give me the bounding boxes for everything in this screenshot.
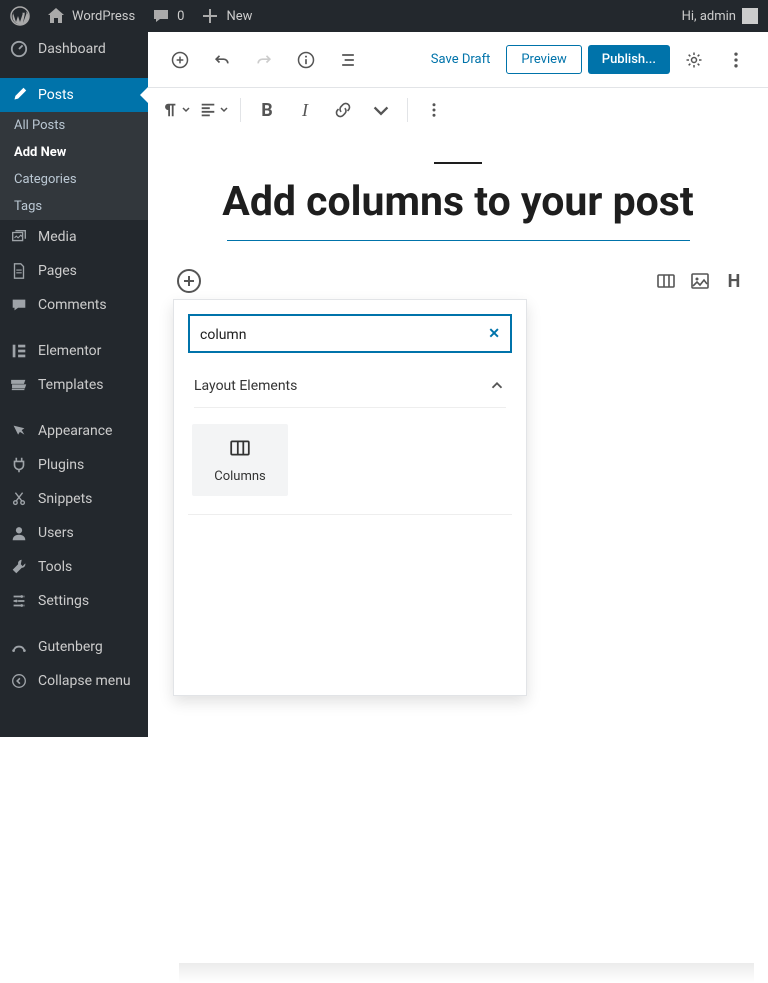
separator <box>407 98 408 122</box>
menu-label: Dashboard <box>38 41 106 57</box>
menu-label: Tools <box>38 559 72 575</box>
settings-button[interactable] <box>676 42 712 78</box>
menu-templates[interactable]: Templates <box>0 368 148 402</box>
menu-posts[interactable]: Posts <box>0 78 148 112</box>
add-block-button[interactable] <box>162 42 198 78</box>
more-button[interactable] <box>718 42 754 78</box>
image-quick-icon[interactable] <box>690 271 710 291</box>
block-columns[interactable]: Columns <box>192 424 288 496</box>
block-more-button[interactable] <box>416 92 452 128</box>
menu-label: Gutenberg <box>38 639 103 655</box>
menu-label: Users <box>38 525 74 541</box>
menu-elementor[interactable]: Elementor <box>0 334 148 368</box>
save-draft-button[interactable]: Save Draft <box>421 46 501 73</box>
menu-label: Templates <box>38 377 104 393</box>
preview-button[interactable]: Preview <box>506 45 581 74</box>
menu-label: Media <box>38 229 77 245</box>
admin-sidebar: Dashboard Posts All Posts Add New Catego… <box>0 32 148 737</box>
menu-pages[interactable]: Pages <box>0 254 148 288</box>
link-button[interactable] <box>325 92 361 128</box>
info-button[interactable] <box>288 42 324 78</box>
separator <box>240 98 241 122</box>
submenu-tags[interactable]: Tags <box>0 193 148 220</box>
redo-button[interactable] <box>246 42 282 78</box>
menu-appearance[interactable]: Appearance <box>0 414 148 448</box>
menu-label: Collapse menu <box>38 673 131 689</box>
menu-collapse[interactable]: Collapse menu <box>0 664 148 698</box>
menu-media[interactable]: Media <box>0 220 148 254</box>
clear-search-icon[interactable]: ✕ <box>488 326 500 342</box>
greeting: Hi, admin <box>682 9 736 24</box>
shadow <box>179 963 754 983</box>
menu-users[interactable]: Users <box>0 516 148 550</box>
submenu-add-new[interactable]: Add New <box>0 139 148 166</box>
block-search-input[interactable] <box>200 327 476 343</box>
heading-quick-icon[interactable]: H <box>724 271 744 291</box>
columns-icon <box>229 437 251 459</box>
title-separator <box>434 162 482 164</box>
menu-label: Plugins <box>38 457 84 473</box>
outline-button[interactable] <box>330 42 366 78</box>
menu-label: Snippets <box>38 491 92 507</box>
menu-snippets[interactable]: Snippets <box>0 482 148 516</box>
menu-tools[interactable]: Tools <box>0 550 148 584</box>
menu-label: Settings <box>38 593 89 609</box>
wp-logo[interactable] <box>10 6 30 26</box>
paragraph-button[interactable] <box>158 92 194 128</box>
menu-comments[interactable]: Comments <box>0 288 148 322</box>
comments-link[interactable]: 0 <box>151 6 184 26</box>
submenu-categories[interactable]: Categories <box>0 166 148 193</box>
menu-gutenberg[interactable]: Gutenberg <box>0 630 148 664</box>
site-link[interactable]: WordPress <box>46 6 135 26</box>
menu-plugins[interactable]: Plugins <box>0 448 148 482</box>
post-title[interactable]: Add columns to your post <box>168 178 748 226</box>
new-link[interactable]: New <box>200 6 252 26</box>
chevron-up-icon <box>488 377 506 395</box>
italic-button[interactable]: I <box>287 92 323 128</box>
menu-label: Elementor <box>38 343 101 359</box>
menu-label: Pages <box>38 263 77 279</box>
menu-dashboard[interactable]: Dashboard <box>0 32 148 66</box>
submenu-all-posts[interactable]: All Posts <box>0 112 148 139</box>
bold-button[interactable]: B <box>249 92 285 128</box>
avatar <box>742 8 758 24</box>
publish-button[interactable]: Publish... <box>588 45 670 74</box>
inline-add-block-button[interactable] <box>177 269 201 293</box>
block-label: Columns <box>214 469 266 484</box>
align-button[interactable] <box>196 92 232 128</box>
more-formatting-button[interactable] <box>363 92 399 128</box>
section-layout-elements[interactable]: Layout Elements <box>194 377 506 408</box>
section-label: Layout Elements <box>194 378 297 394</box>
menu-label: Appearance <box>38 423 112 439</box>
menu-label: Posts <box>38 87 74 103</box>
block-inserter: ✕ Layout Elements Columns <box>173 299 527 696</box>
menu-label: Comments <box>38 297 107 313</box>
site-name: WordPress <box>72 9 135 24</box>
account-link[interactable]: Hi, admin <box>682 8 758 24</box>
comments-count: 0 <box>177 9 184 24</box>
title-underline <box>227 240 690 241</box>
new-label: New <box>226 9 252 24</box>
columns-quick-icon[interactable] <box>656 271 676 291</box>
menu-settings[interactable]: Settings <box>0 584 148 618</box>
undo-button[interactable] <box>204 42 240 78</box>
